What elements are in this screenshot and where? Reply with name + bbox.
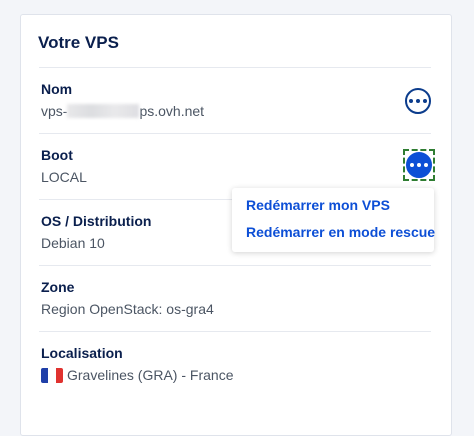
more-options-icon (410, 163, 428, 167)
localisation-text: Gravelines (GRA) - France (67, 367, 234, 383)
more-options-icon (409, 99, 427, 103)
os-label: OS / Distribution (41, 213, 152, 229)
row-nom: Nom vps-ps.ovh.net (39, 67, 431, 134)
boot-value: LOCAL (41, 169, 87, 185)
localisation-label: Localisation (41, 345, 123, 361)
nom-value-suffix: ps.ovh.net (139, 103, 205, 119)
flag-france-icon (41, 368, 63, 383)
card-title: Votre VPS (38, 33, 119, 52)
boot-more-button[interactable] (406, 152, 432, 178)
zone-label: Zone (41, 279, 75, 295)
menu-item-restart-vps[interactable]: Redémarrer mon VPS (246, 197, 390, 213)
nom-more-button[interactable] (405, 88, 431, 114)
row-localisation: Localisation Gravelines (GRA) - France (39, 331, 431, 412)
nom-value: vps-ps.ovh.net (41, 103, 204, 119)
boot-actions-menu: Redémarrer mon VPS Redémarrer en mode re… (232, 188, 435, 252)
localisation-value: Gravelines (GRA) - France (41, 367, 233, 383)
row-zone: Zone Region OpenStack: os-gra4 (39, 265, 431, 332)
zone-value: Region OpenStack: os-gra4 (41, 301, 214, 317)
nom-value-prefix: vps- (41, 103, 68, 119)
os-value: Debian 10 (41, 235, 105, 251)
menu-item-restart-rescue[interactable]: Redémarrer en mode rescue (246, 224, 435, 240)
redacted-hostname (67, 104, 140, 118)
nom-label: Nom (41, 81, 73, 97)
boot-label: Boot (41, 147, 73, 163)
